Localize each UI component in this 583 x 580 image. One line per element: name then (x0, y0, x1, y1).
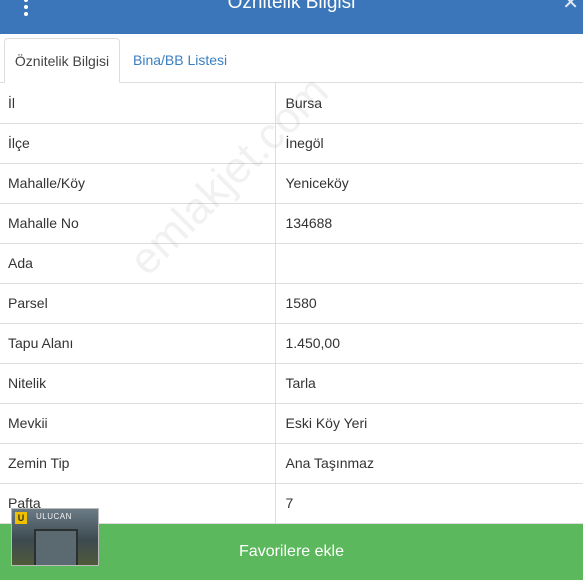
row-key: İl (0, 83, 276, 124)
row-key: Mevkii (0, 403, 276, 444)
table-row: Mevkii Eski Köy Yeri (0, 403, 583, 444)
tab-bina-bb-listesi[interactable]: Bina/BB Listesi (123, 38, 237, 83)
storefront-image (34, 529, 78, 565)
logo-text: ULUCAN (36, 512, 72, 521)
table-row: İl Bursa (0, 83, 583, 124)
row-value: 134688 (275, 203, 583, 244)
close-icon[interactable]: ✕ (562, 0, 579, 14)
tab-bar: Öznitelik Bilgisi Bina/BB Listesi (0, 34, 583, 83)
table-row: İlçe İnegöl (0, 123, 583, 164)
row-value: Eski Köy Yeri (275, 403, 583, 444)
agency-logo: U ULUCAN (11, 508, 99, 566)
row-key: Nitelik (0, 363, 276, 404)
row-key: Tapu Alanı (0, 323, 276, 364)
row-value: Ana Taşınmaz (275, 443, 583, 484)
row-key: İlçe (0, 123, 276, 164)
table-row: Zemin Tip Ana Taşınmaz (0, 443, 583, 484)
row-value: 1.450,00 (275, 323, 583, 364)
row-value: Tarla (275, 363, 583, 404)
table-row: Parsel 1580 (0, 283, 583, 324)
row-key: Mahalle No (0, 203, 276, 244)
logo-badge: U (15, 512, 27, 524)
table-row: Nitelik Tarla (0, 363, 583, 404)
dialog-header: Öznitelik Bilgisi ✕ (0, 0, 583, 34)
row-key: Mahalle/Köy (0, 163, 276, 204)
table-row: Ada (0, 243, 583, 284)
row-key: Zemin Tip (0, 443, 276, 484)
table-row: Tapu Alanı 1.450,00 (0, 323, 583, 364)
attribute-table: İl Bursa İlçe İnegöl Mahalle/Köy Yeniceköy … (0, 83, 583, 524)
table-row: Mahalle/Köy Yeniceköy (0, 163, 583, 204)
table-row: Mahalle No 134688 (0, 203, 583, 244)
row-value: İnegöl (275, 123, 583, 164)
row-value (275, 243, 583, 284)
row-value: 1580 (275, 283, 583, 324)
row-key: Parsel (0, 283, 276, 324)
row-value: 7 (275, 483, 583, 524)
row-value: Yeniceköy (275, 163, 583, 204)
dialog-title: Öznitelik Bilgisi (227, 0, 356, 13)
row-value: Bursa (275, 83, 583, 124)
tab-oznitelik-bilgisi[interactable]: Öznitelik Bilgisi (4, 38, 120, 83)
row-key: Ada (0, 243, 276, 284)
